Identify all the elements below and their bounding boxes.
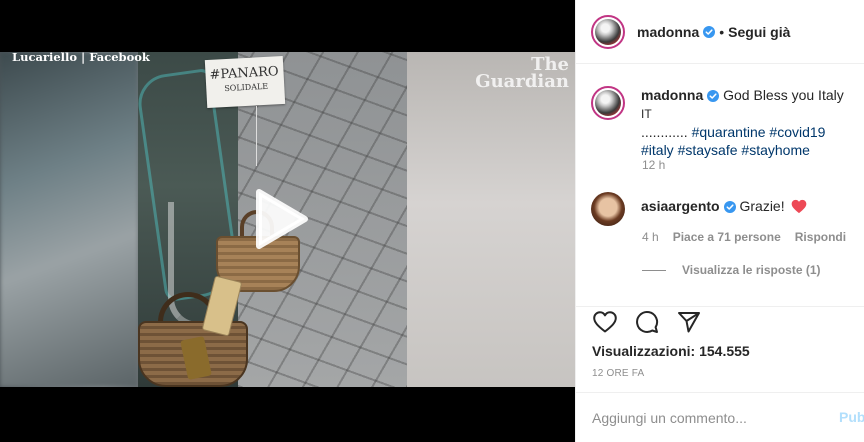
view-replies-button[interactable]: Visualizza le risposte (1) (642, 263, 821, 277)
commenter-avatar[interactable] (591, 192, 625, 226)
post-header: madonna • Segui già (576, 0, 864, 64)
like-button[interactable] (592, 309, 618, 335)
comment-input[interactable] (592, 408, 822, 428)
caption-timestamp[interactable]: 12 h (642, 158, 665, 172)
video-blur-left (0, 52, 138, 387)
basket-rope (256, 106, 257, 166)
play-icon (256, 189, 308, 249)
comment-timestamp[interactable]: 4 h (642, 230, 659, 244)
hashtag-staysafe[interactable]: #staysafe (678, 142, 738, 158)
italy-flag-icon: IT (641, 107, 652, 121)
comment-text: asiaargento Grazie! (641, 198, 807, 226)
comment-body: Grazie! (739, 198, 785, 214)
red-heart-emoji-icon (791, 199, 806, 214)
comment-item: asiaargento Grazie! (591, 192, 807, 226)
caption-body: God Bless you Italy (719, 87, 844, 103)
view-replies-line (642, 269, 666, 271)
comment-meta: 4 h Piace a 71 persone Rispondi (642, 230, 846, 244)
avatar-image (595, 18, 621, 45)
avatar[interactable] (591, 14, 625, 49)
handwritten-sign: #PANARO SOLIDALE (204, 55, 286, 109)
commenter-username[interactable]: asiaargento (641, 198, 720, 214)
publish-button[interactable]: Pubblica (839, 409, 864, 425)
follow-button[interactable]: Segui già (728, 24, 790, 40)
guardian-watermark: The Guardian (475, 56, 569, 92)
heart-icon (593, 311, 617, 333)
video-blur-right (407, 52, 575, 387)
play-button[interactable] (245, 184, 315, 254)
post-media: #PANARO SOLIDALE Lucariello | Facebook T… (0, 0, 575, 442)
hashtag-italy[interactable]: #italy (641, 142, 674, 158)
caption-text: madonna God Bless you Italy IT .........… (641, 86, 847, 159)
header-separator: • (719, 23, 725, 40)
instagram-post: #PANARO SOLIDALE Lucariello | Facebook T… (0, 0, 864, 442)
view-replies-label: Visualizza le risposte (1) (682, 263, 821, 277)
paper-plane-icon (678, 312, 700, 333)
post-panel: madonna • Segui già madonna God Bless yo… (575, 0, 864, 442)
comment-reply-button[interactable]: Rispondi (795, 230, 846, 244)
caption-username[interactable]: madonna (641, 87, 703, 103)
verified-badge-icon (703, 25, 716, 38)
watermark-line-2: Guardian (475, 71, 569, 92)
comments-section: madonna God Bless you Italy IT .........… (576, 64, 864, 306)
sign-line-1: #PANARO (209, 64, 279, 83)
caption-avatar[interactable] (591, 86, 625, 120)
share-button[interactable] (676, 309, 702, 335)
header-username[interactable]: madonna (637, 24, 699, 40)
add-comment-bar: Pubblica (576, 392, 864, 442)
caption-dots: ............ (641, 124, 692, 140)
comment-button[interactable] (634, 309, 660, 335)
verified-badge-icon (723, 201, 736, 213)
sign-line-2: SOLIDALE (224, 81, 269, 94)
hashtag-quarantine[interactable]: #quarantine (692, 124, 766, 140)
view-count[interactable]: Visualizzazioni: 154.555 (592, 343, 750, 359)
post-timestamp[interactable]: 12 ORE FA (592, 368, 644, 379)
post-caption: madonna God Bless you Italy IT .........… (591, 86, 847, 159)
video-credit: Lucariello | Facebook (12, 50, 150, 64)
action-icons (592, 309, 702, 335)
comment-likes[interactable]: Piace a 71 persone (673, 230, 781, 244)
comment-bubble-icon (636, 311, 659, 333)
verified-badge-icon (707, 90, 720, 102)
hashtag-covid19[interactable]: #covid19 (769, 124, 825, 140)
avatar-image (595, 90, 621, 116)
hashtag-stayhome[interactable]: #stayhome (741, 142, 809, 158)
